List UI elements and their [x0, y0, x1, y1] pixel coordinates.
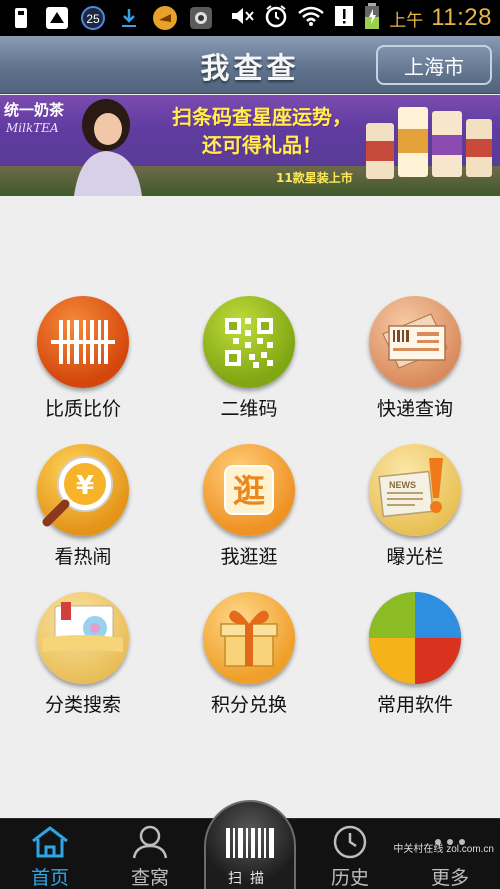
tab-label: 历史 — [330, 867, 369, 889]
stroll-icon[interactable]: 逛 — [203, 444, 295, 536]
grid-item-label: 分类搜索 — [44, 694, 121, 716]
alarm-app-icon — [152, 5, 178, 31]
wifi-icon — [297, 5, 325, 31]
magnifier-yuan-icon[interactable]: ¥ — [37, 444, 129, 536]
banner-person-image — [74, 99, 142, 196]
package-icon[interactable] — [369, 296, 461, 388]
download-icon — [116, 5, 142, 31]
notification-icons: 25 — [8, 4, 214, 32]
svg-text:逛: 逛 — [233, 472, 265, 510]
tab-history[interactable]: 历史 — [300, 819, 400, 889]
gift-icon[interactable] — [203, 592, 295, 684]
banner-headline-line1: 扫条码查星座运势， — [172, 105, 352, 129]
grid-item-label: 比质比价 — [44, 398, 121, 420]
title-bar: 我查查 上海市 — [0, 36, 500, 94]
time-ampm: 上午 — [389, 10, 424, 30]
tab-my-nest[interactable]: 查窝 — [100, 819, 200, 889]
city-select-button[interactable]: 上海市 — [376, 45, 492, 85]
banner-brand-en: MilkTEA — [6, 121, 59, 135]
svg-text:NEWS: NEWS — [389, 480, 416, 490]
grid-item-points[interactable]: 积分兑换 — [166, 586, 332, 726]
alert-icon — [333, 4, 355, 32]
banner-product-cups — [366, 107, 492, 179]
grid-item-qrcode[interactable]: 二维码 — [166, 290, 332, 430]
grid-item-label: 常用软件 — [376, 694, 453, 716]
grid-item-label: 曝光栏 — [386, 546, 444, 568]
barcode-icon[interactable] — [37, 296, 129, 388]
news-alert-icon[interactable]: NEWS — [369, 444, 461, 536]
svg-text:¥: ¥ — [76, 471, 94, 501]
alarm-icon — [263, 3, 289, 33]
user-icon — [130, 823, 170, 861]
mute-icon — [229, 4, 255, 32]
scan-barcode-icon — [226, 828, 274, 858]
clock-icon — [330, 823, 370, 861]
grid-item-label: 积分兑换 — [210, 694, 287, 716]
banner-brand: 统一奶茶 — [4, 101, 65, 119]
battery-icon — [363, 2, 381, 34]
folder-icon[interactable] — [37, 592, 129, 684]
home-icon — [30, 823, 70, 861]
shield-icon — [188, 5, 214, 31]
grid-item-apps[interactable]: 常用软件 — [332, 586, 498, 726]
tab-home[interactable]: 首页 — [0, 819, 100, 889]
grid-item-label: 看热闹 — [54, 546, 112, 568]
status-bar: 25 上午 11:28 — [0, 0, 500, 36]
system-icons: 上午 11:28 — [229, 0, 492, 36]
clock-time: 11:28 — [431, 4, 492, 31]
banner-headline-line2: 还可得礼品！ — [202, 133, 322, 157]
sim-icon — [8, 5, 34, 31]
grid-item-label: 快递查询 — [376, 398, 453, 420]
grid-item-stroll[interactable]: 逛 我逛逛 — [166, 438, 332, 578]
app-icon — [44, 5, 70, 31]
badge-icon: 25 — [80, 5, 106, 31]
grid-item-price-compare[interactable]: 比质比价 — [0, 290, 166, 430]
scan-label: 扫描 — [228, 871, 272, 887]
grid-item-label: 我逛逛 — [220, 546, 278, 568]
svg-text:25: 25 — [86, 12, 100, 26]
qrcode-icon[interactable] — [203, 296, 295, 388]
grid-item-label: 二维码 — [220, 398, 278, 420]
banner-headline: 扫条码查星座运势， 还可得礼品！ — [162, 103, 362, 159]
watermark: 中关村在线 zol.com.cn — [393, 844, 494, 855]
tab-label: 更多 — [430, 867, 469, 889]
grid-item-trending[interactable]: ¥ 看热闹 — [0, 438, 166, 578]
pie-apps-icon[interactable] — [369, 592, 461, 684]
grid-item-express[interactable]: 快递查询 — [332, 290, 498, 430]
tab-label: 查窝 — [130, 867, 169, 889]
grid-item-exposure[interactable]: NEWS 曝光栏 — [332, 438, 498, 578]
tab-label: 首页 — [30, 867, 69, 889]
promo-banner[interactable]: 统一奶茶 MilkTEA 扫条码查星座运势， 还可得礼品！ 11款星装上市 — [0, 95, 500, 196]
scan-button[interactable]: 扫描 — [204, 800, 296, 889]
banner-footer: 11款星装上市 — [276, 171, 353, 185]
grid-item-category[interactable]: 分类搜索 — [0, 586, 166, 726]
